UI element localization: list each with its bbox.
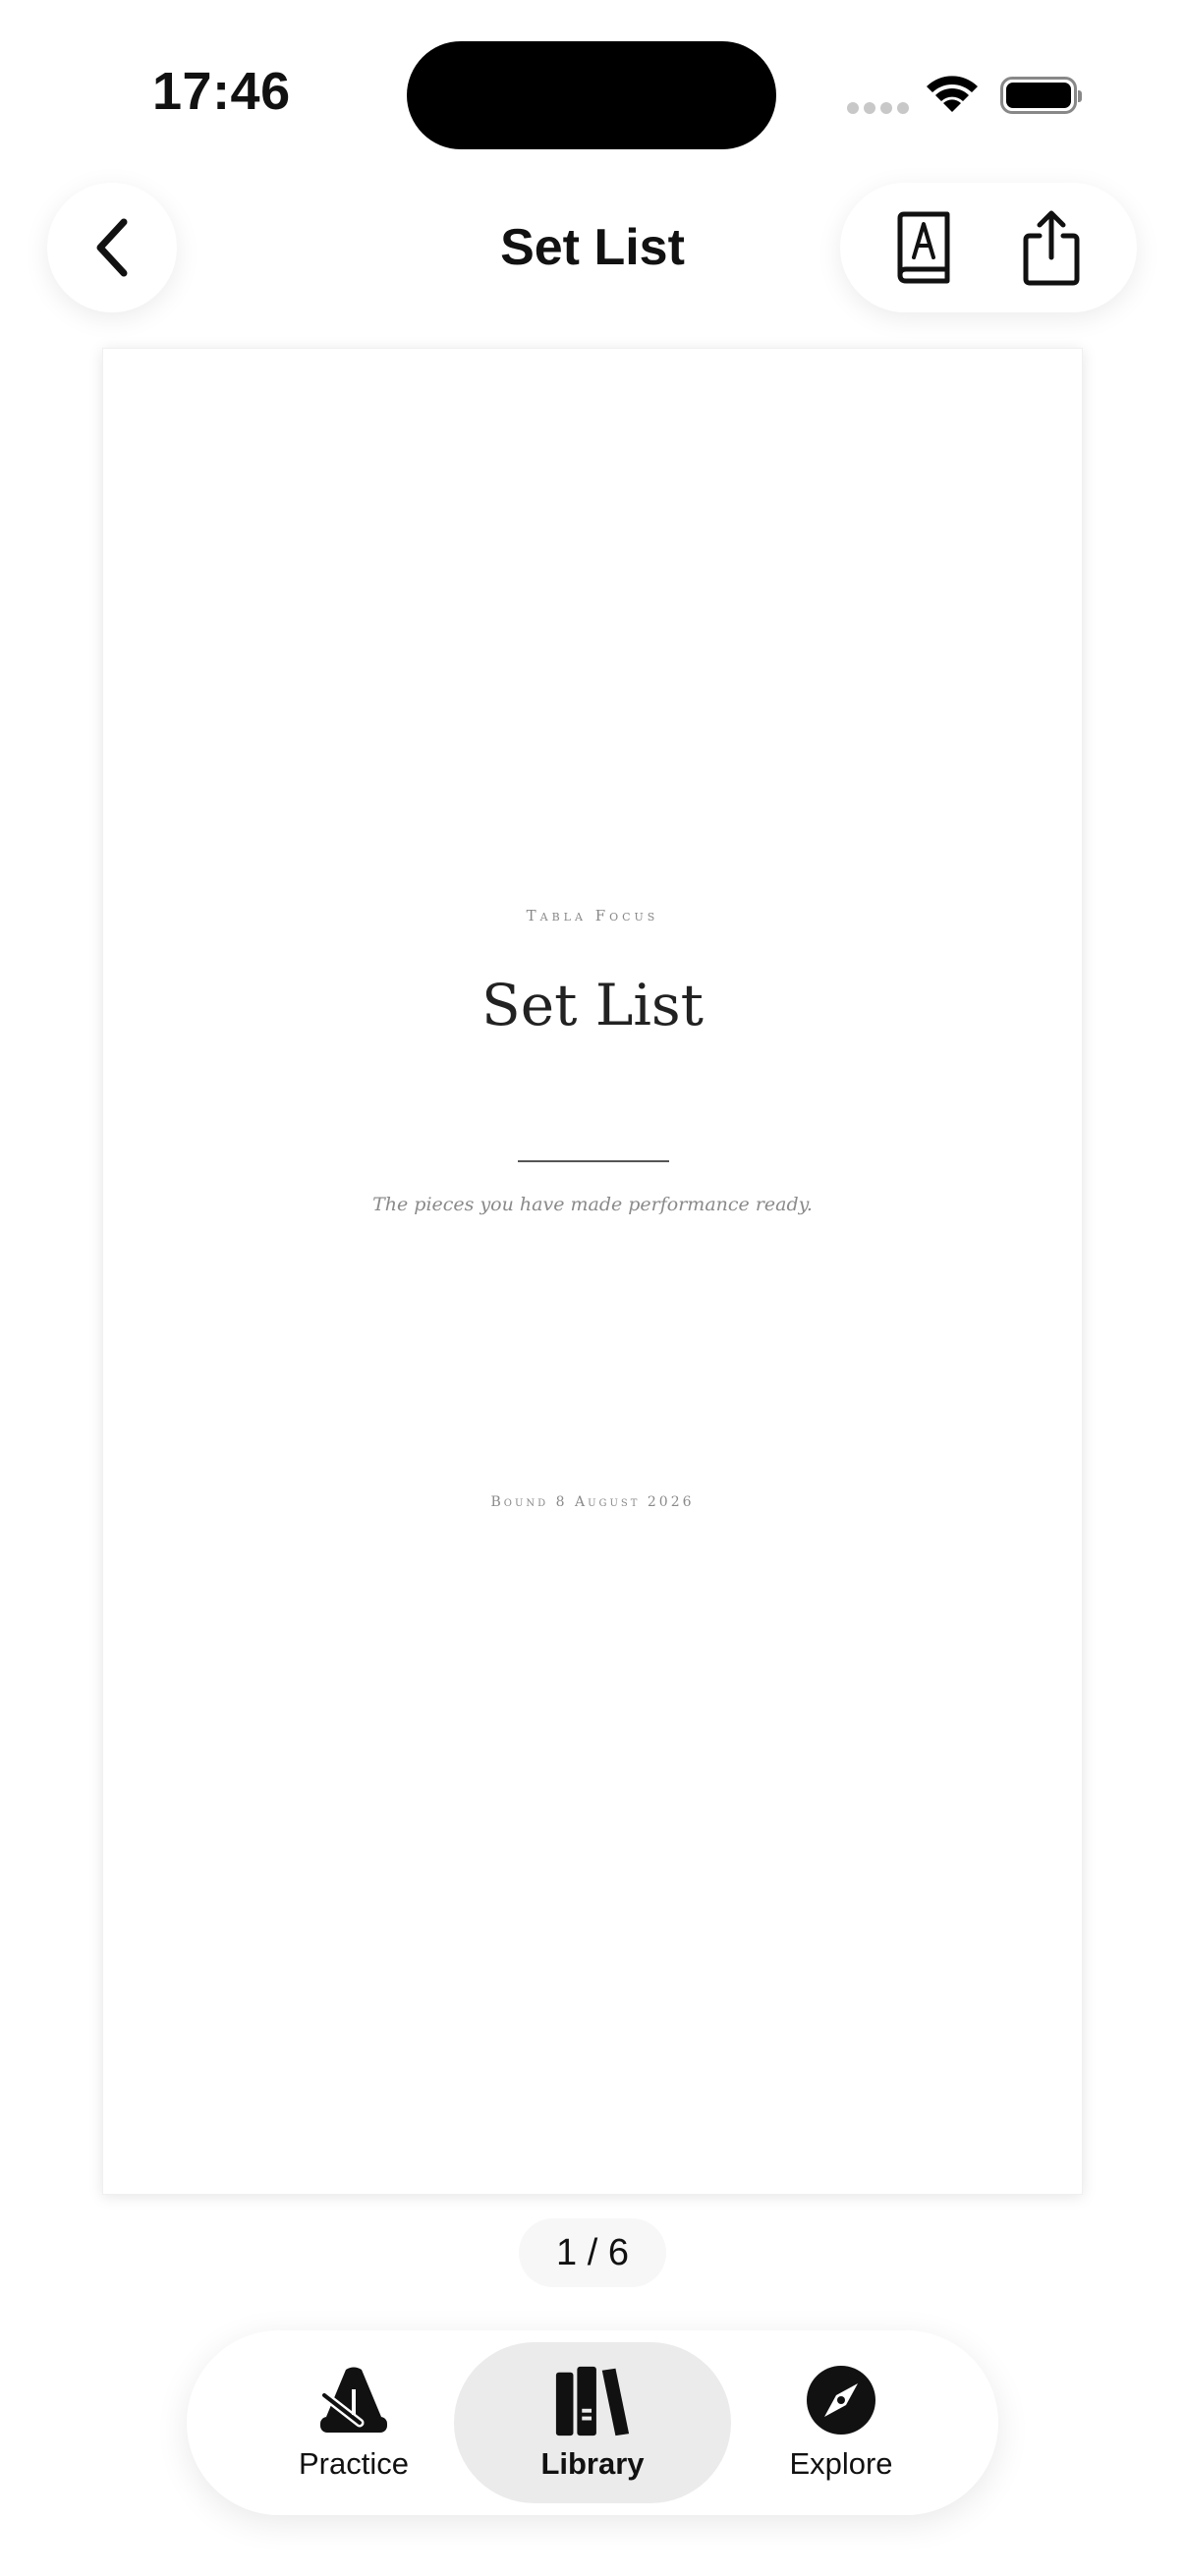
metronome-icon (319, 2367, 387, 2433)
page-title: Set List (500, 219, 685, 276)
tab-library-label: Library (540, 2446, 645, 2481)
document-subtitle: The pieces you have made performance rea… (372, 1194, 813, 1215)
tab-explore[interactable]: Explore (733, 2342, 949, 2503)
page-indicator: 1 / 6 (519, 2218, 666, 2287)
screen: 17:46 Set List Tabla Focus Set List The … (0, 0, 1185, 2576)
cellular-signal-icon (847, 102, 909, 114)
tab-bar: Practice Library Explore (187, 2330, 998, 2515)
document-divider (518, 1160, 669, 1162)
document-title: Set List (481, 972, 704, 1038)
status-time: 17:46 (152, 62, 291, 121)
back-button[interactable] (47, 183, 177, 312)
document-bound-date: Bound 8 August 2026 (490, 1494, 695, 1510)
tab-practice[interactable]: Practice (246, 2342, 462, 2503)
share-icon[interactable] (1020, 208, 1083, 287)
tab-practice-label: Practice (299, 2446, 409, 2481)
document-page[interactable]: Tabla Focus Set List The pieces you have… (102, 348, 1083, 2195)
book-letter-icon[interactable] (894, 210, 955, 285)
nav-action-group (840, 183, 1137, 312)
tab-library[interactable]: Library (454, 2342, 731, 2503)
tab-explore-label: Explore (789, 2446, 893, 2481)
chevron-left-icon (96, 218, 128, 277)
compass-icon (807, 2366, 875, 2435)
document-eyebrow: Tabla Focus (526, 907, 659, 924)
wifi-icon (927, 76, 978, 112)
books-icon (555, 2366, 630, 2436)
battery-icon (1000, 77, 1082, 114)
dynamic-island (407, 41, 776, 149)
